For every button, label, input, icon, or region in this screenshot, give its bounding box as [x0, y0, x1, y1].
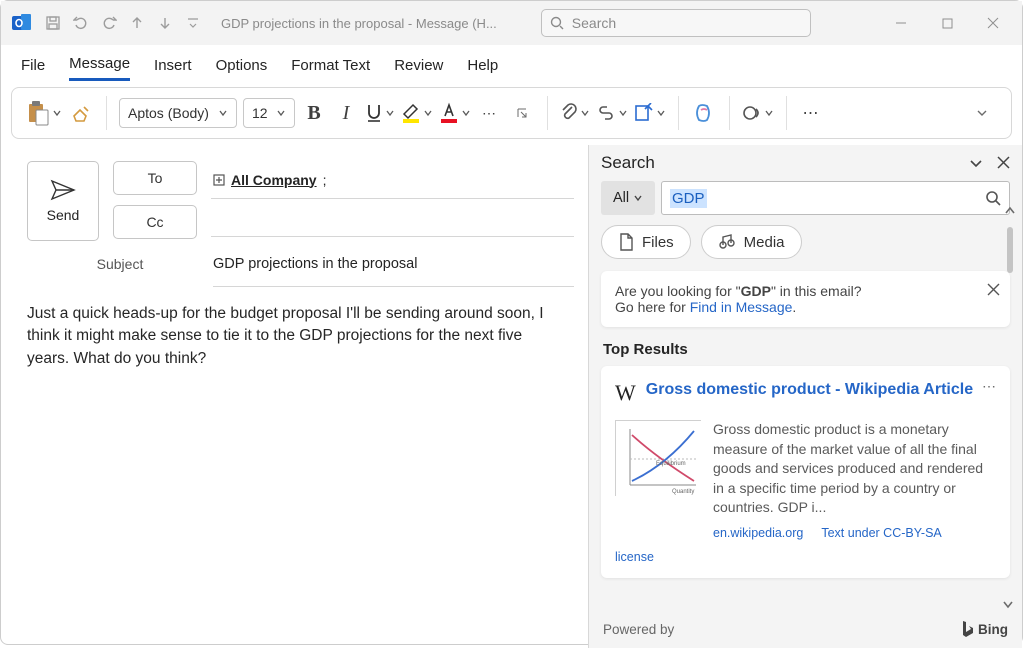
font-size-select[interactable]: 12	[243, 98, 295, 128]
immersive-reader-icon[interactable]	[742, 96, 774, 130]
to-button[interactable]: To	[113, 161, 197, 195]
ribbon-collapse-icon[interactable]	[969, 96, 995, 130]
outlook-app-icon	[11, 12, 33, 34]
tab-message[interactable]: Message	[69, 49, 130, 81]
scrollbar[interactable]	[1004, 205, 1016, 273]
minimize-button[interactable]	[878, 8, 924, 38]
tab-options[interactable]: Options	[216, 51, 268, 80]
font-family-select[interactable]: Aptos (Body)	[119, 98, 237, 128]
arrow-down-icon[interactable]	[155, 13, 175, 33]
font-color-button[interactable]	[439, 96, 471, 130]
highlight-button[interactable]	[401, 96, 433, 130]
window-controls	[878, 8, 1016, 38]
search-input[interactable]: GDP	[661, 181, 1010, 215]
result-license[interactable]: license	[615, 550, 996, 564]
title-bar: GDP projections in the proposal - Messag…	[1, 1, 1022, 45]
ribbon-tabs: File Message Insert Options Format Text …	[1, 45, 1022, 85]
qat-overflow-icon[interactable]	[183, 13, 203, 33]
expand-icon	[213, 174, 225, 186]
subject-input[interactable]: GDP projections in the proposal	[213, 241, 574, 287]
italic-button[interactable]: I	[333, 96, 359, 130]
powered-by-row: Powered by Bing	[589, 610, 1022, 648]
search-icon	[550, 16, 564, 30]
file-icon	[618, 233, 634, 251]
send-icon	[50, 179, 76, 201]
copilot-icon[interactable]	[691, 96, 717, 130]
signature-button[interactable]	[634, 96, 666, 130]
compose-pane: Send To Cc All Company; Subject GDP proj…	[1, 145, 589, 648]
subject-label: Subject	[27, 256, 213, 272]
result-source[interactable]: en.wikipedia.org	[713, 526, 803, 540]
dialog-launcher-icon[interactable]	[509, 96, 535, 130]
search-pane-title: Search	[601, 153, 655, 173]
underline-button[interactable]	[365, 96, 395, 130]
filter-media-pill[interactable]: Media	[701, 225, 802, 259]
format-painter-icon[interactable]	[68, 96, 94, 130]
attach-file-button[interactable]	[560, 96, 590, 130]
send-button[interactable]: Send	[27, 161, 99, 241]
cc-button[interactable]: Cc	[113, 205, 197, 239]
ribbon-overflow-icon[interactable]: ⋯	[799, 96, 825, 130]
arrow-up-icon[interactable]	[127, 13, 147, 33]
result-description: Gross domestic product is a monetary mea…	[713, 420, 996, 518]
tab-review[interactable]: Review	[394, 51, 443, 80]
more-formatting-icon[interactable]: ⋯	[477, 96, 503, 130]
message-body[interactable]: Just a quick heads-up for the budget pro…	[1, 287, 588, 386]
find-in-message-card: Are you looking for "GDP" in this email?…	[601, 271, 1010, 327]
redo-icon[interactable]	[99, 13, 119, 33]
insert-link-button[interactable]	[596, 96, 628, 130]
bold-button[interactable]: B	[301, 96, 327, 130]
close-pane-icon[interactable]	[997, 156, 1010, 170]
result-more-icon[interactable]: ⋯	[982, 378, 998, 395]
bing-icon	[960, 620, 974, 638]
scroll-thumb[interactable]	[1007, 227, 1013, 273]
svg-text:Quantity: Quantity	[672, 489, 694, 495]
wikipedia-icon: W	[615, 380, 636, 406]
result-rights[interactable]: Text under CC-BY-SA	[821, 526, 941, 540]
save-icon[interactable]	[43, 13, 63, 33]
dismiss-info-icon[interactable]	[987, 283, 1000, 296]
window-title: GDP projections in the proposal - Messag…	[221, 16, 497, 31]
result-title[interactable]: Gross domestic product - Wikipedia Artic…	[646, 380, 973, 401]
quick-access-toolbar	[43, 13, 203, 33]
filter-files-pill[interactable]: Files	[601, 225, 691, 259]
find-in-message-link[interactable]: Find in Message	[690, 299, 793, 315]
chevron-down-icon	[633, 193, 643, 203]
result-card[interactable]: ⋯ W Gross domestic product - Wikipedia A…	[601, 366, 1010, 578]
search-query-text: GDP	[670, 189, 707, 208]
close-button[interactable]	[970, 8, 1016, 38]
search-submit-icon[interactable]	[985, 190, 1001, 206]
paste-button[interactable]	[26, 96, 62, 130]
top-results-heading: Top Results	[589, 337, 1022, 366]
maximize-button[interactable]	[924, 8, 970, 38]
scroll-down-icon[interactable]	[1002, 598, 1014, 610]
result-thumbnail: Equilibrium Quantity	[615, 420, 701, 496]
media-icon	[718, 234, 736, 250]
cc-field[interactable]	[211, 199, 574, 237]
title-search-box[interactable]: Search	[541, 9, 811, 37]
tab-file[interactable]: File	[21, 51, 45, 80]
search-scope-dropdown[interactable]: All	[601, 181, 655, 215]
title-search-placeholder: Search	[572, 15, 616, 31]
tab-insert[interactable]: Insert	[154, 51, 192, 80]
collapse-pane-icon[interactable]	[969, 156, 983, 170]
tab-format-text[interactable]: Format Text	[291, 51, 370, 80]
recipient-all-company[interactable]: All Company	[231, 172, 317, 188]
tab-help[interactable]: Help	[467, 51, 498, 80]
undo-icon[interactable]	[71, 13, 91, 33]
scroll-up-icon[interactable]	[1004, 205, 1016, 217]
search-pane: Search All GDP Files Media	[589, 145, 1022, 648]
to-field[interactable]: All Company;	[211, 161, 574, 199]
svg-text:Equilibrium: Equilibrium	[656, 461, 686, 467]
ribbon: Aptos (Body) 12 B I ⋯	[11, 87, 1012, 139]
